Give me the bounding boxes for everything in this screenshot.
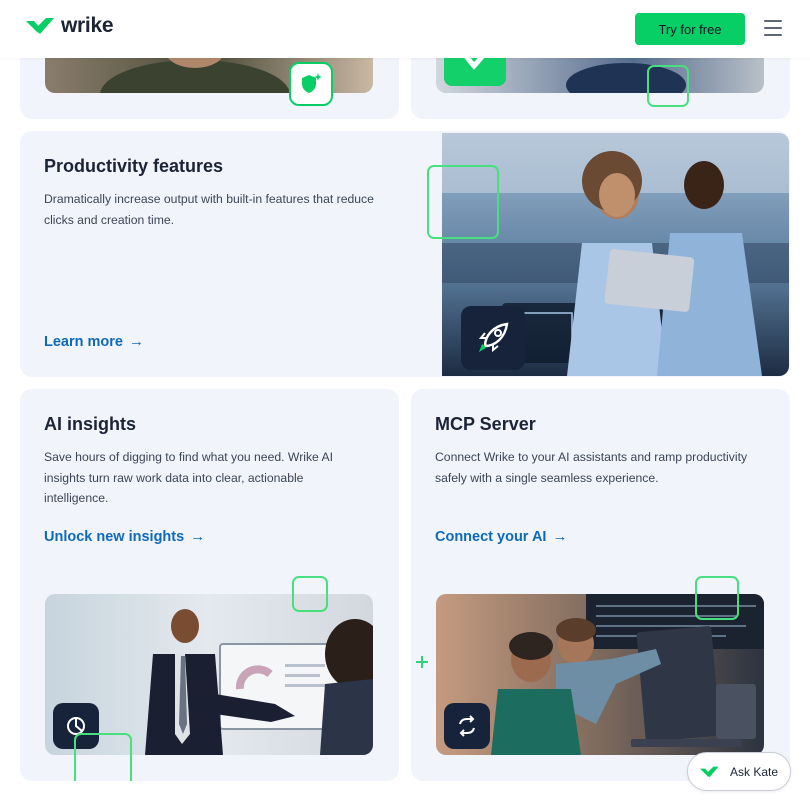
- decorative-outline-square: [74, 733, 132, 781]
- arrow-right-icon: →: [128, 333, 144, 350]
- arrow-right-icon: →: [190, 528, 206, 545]
- hamburger-menu-icon[interactable]: [764, 20, 782, 36]
- link-label: Learn more: [44, 333, 123, 350]
- arrow-right-icon: →: [552, 528, 568, 545]
- card-description: Save hours of digging to find what you n…: [44, 450, 334, 505]
- ask-kate-button[interactable]: Ask Kate: [687, 752, 791, 791]
- ai-insights-card: AI insights Save hours of digging to fin…: [20, 389, 399, 781]
- site-header: wrike Try for free: [0, 0, 810, 58]
- unlock-new-insights-link[interactable]: Unlock new insights →: [44, 528, 205, 545]
- link-label: Connect your AI: [435, 528, 547, 545]
- card-title: AI insights: [44, 414, 137, 434]
- card-title: Productivity features: [44, 156, 224, 176]
- productivity-features-card: Productivity features Dramatically incre…: [20, 131, 790, 377]
- card-title: MCP Server: [435, 414, 536, 434]
- connect-your-ai-link[interactable]: Connect your AI →: [435, 528, 567, 545]
- decorative-outline-square: [647, 65, 689, 107]
- wrike-logo[interactable]: wrike: [26, 14, 114, 38]
- card-description: Dramatically increase output with built-…: [44, 192, 374, 227]
- decorative-outline-square: [292, 576, 328, 612]
- rocket-icon: [461, 306, 525, 370]
- logo-text: wrike: [61, 14, 114, 37]
- card-description: Connect Wrike to your AI assistants and …: [435, 450, 748, 485]
- decorative-outline-square: [427, 165, 499, 239]
- decorative-outline-square: [695, 576, 739, 620]
- ask-kate-label: Ask Kate: [730, 764, 779, 779]
- mcp-server-card: MCP Server Connect Wrike to your AI assi…: [411, 389, 790, 781]
- sync-arrows-icon: [444, 703, 490, 749]
- wrike-checkmark-icon: [26, 18, 54, 34]
- shield-sparkle-icon: [289, 62, 333, 106]
- try-for-free-button[interactable]: Try for free: [635, 13, 745, 45]
- wrike-checkmark-icon: [700, 766, 719, 777]
- link-label: Unlock new insights: [44, 528, 185, 545]
- plus-icon: [416, 656, 428, 668]
- learn-more-link[interactable]: Learn more →: [44, 333, 144, 350]
